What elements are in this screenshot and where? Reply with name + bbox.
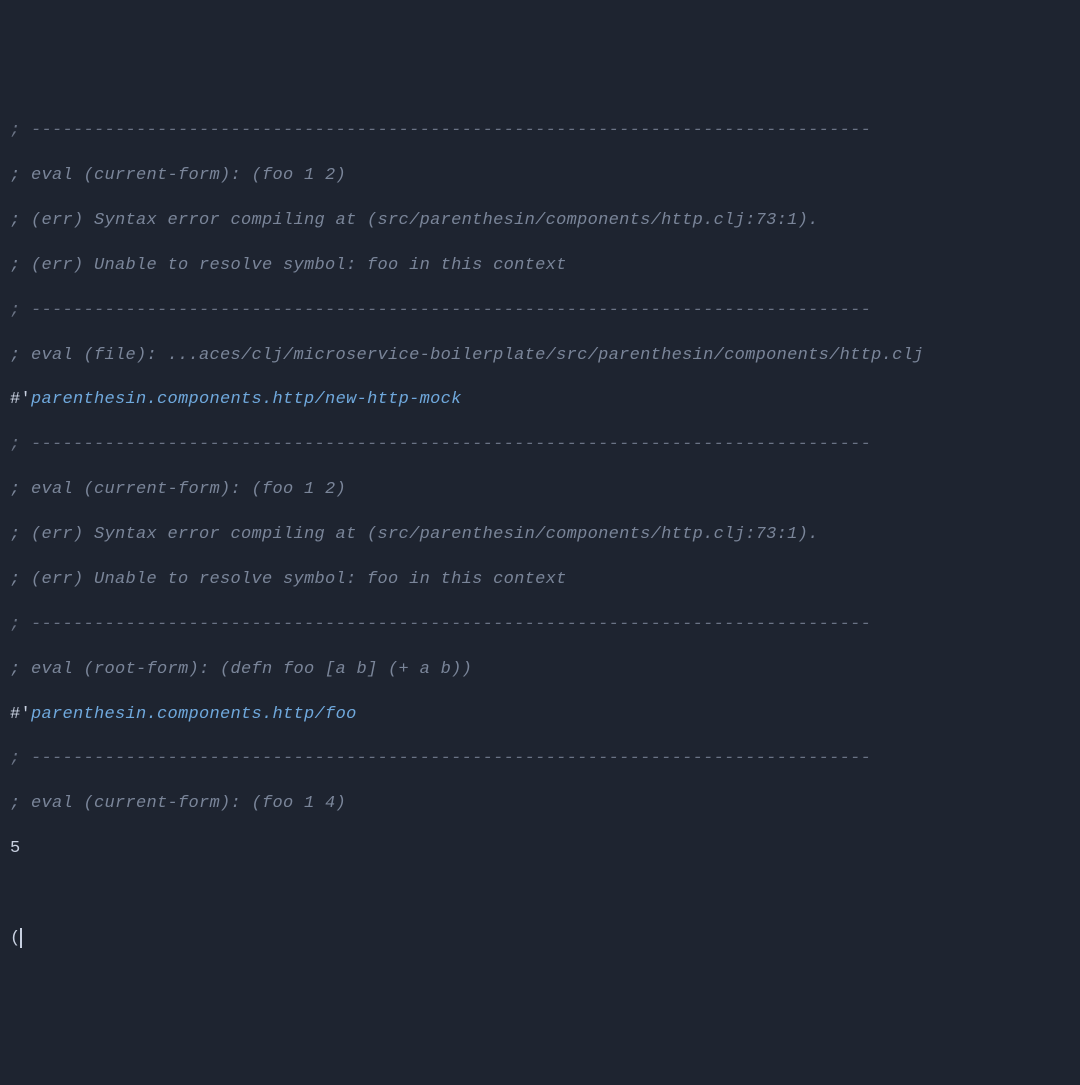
separator: ; --------------------------------------… — [10, 434, 1070, 456]
var-symbol: parenthesin.components.http/new-http-moc… — [31, 390, 462, 409]
eval-error: ; (err) Syntax error compiling at (src/p… — [10, 524, 1070, 546]
eval-result: 5 — [10, 838, 1070, 860]
eval-header: ; eval (current-form): (foo 1 2) — [10, 165, 1070, 187]
eval-error: ; (err) Unable to resolve symbol: foo in… — [10, 569, 1070, 591]
var-hash: #' — [10, 390, 31, 409]
eval-header: ; eval (root-form): (defn foo [a b] (+ a… — [10, 659, 1070, 681]
var-symbol: parenthesin.components.http/foo — [31, 705, 357, 724]
eval-header: ; eval (current-form): (foo 1 4) — [10, 793, 1070, 815]
repl-prompt-line[interactable]: ( — [10, 928, 1070, 950]
blank-line — [10, 883, 1070, 905]
eval-header: ; eval (current-form): (foo 1 2) — [10, 479, 1070, 501]
eval-error: ; (err) Syntax error compiling at (src/p… — [10, 210, 1070, 232]
eval-error: ; (err) Unable to resolve symbol: foo in… — [10, 255, 1070, 277]
separator: ; --------------------------------------… — [10, 300, 1070, 322]
cursor — [20, 928, 22, 948]
eval-result-var: #'parenthesin.components.http/foo — [10, 704, 1070, 726]
eval-header: ; eval (file): ...aces/clj/microservice-… — [10, 345, 1070, 367]
separator: ; --------------------------------------… — [10, 614, 1070, 636]
eval-result-var: #'parenthesin.components.http/new-http-m… — [10, 389, 1070, 411]
repl-output: ; --------------------------------------… — [10, 98, 1070, 973]
var-hash: #' — [10, 705, 31, 724]
separator: ; --------------------------------------… — [10, 748, 1070, 770]
separator: ; --------------------------------------… — [10, 120, 1070, 142]
